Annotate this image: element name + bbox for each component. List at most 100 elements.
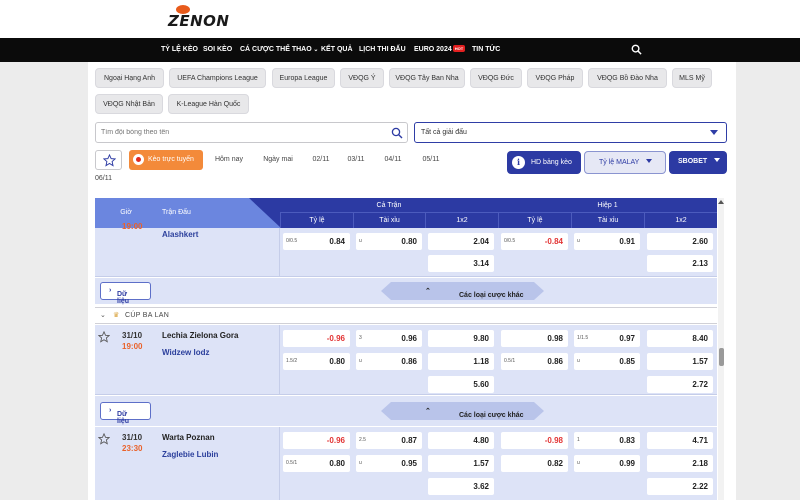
odds-cell[interactable]: 4.71 (647, 432, 713, 449)
odds-cell[interactable]: 2.04 (428, 233, 494, 250)
odds-cell[interactable]: 2.18 (647, 455, 713, 472)
away-team[interactable]: Zaglebie Lubin (162, 450, 218, 459)
odds-cell[interactable]: u 0.91 (574, 233, 640, 250)
odds-value: -0.84 (544, 237, 563, 246)
league-chip[interactable]: VĐQG Đức (470, 68, 522, 88)
odds-cell[interactable]: 0.5/1 0.80 (283, 455, 350, 472)
odds-cell[interactable]: 0/0.5 0.84 (283, 233, 350, 250)
league-chip[interactable]: MLS Mỹ (672, 68, 712, 88)
odds-value: 2.72 (692, 380, 708, 389)
league-chip[interactable]: VĐQG Ý (340, 68, 384, 88)
odds-cell[interactable]: -0.96 (283, 432, 350, 449)
group-first-half: Hiệp 1 (597, 202, 618, 209)
home-team[interactable]: Lechia Zielona Gora (162, 331, 238, 340)
more-bets-button[interactable]: Các loại cược khác ⌃ (381, 282, 544, 300)
odds-cell[interactable]: 2.22 (647, 478, 713, 495)
odds-type-label: Tỷ lệ MALAY (599, 159, 640, 166)
league-chip[interactable]: VĐQG Pháp (527, 68, 583, 88)
odds-cell[interactable]: 5.60 (428, 376, 494, 393)
league-chip[interactable]: Europa League (272, 68, 335, 88)
odds-cell[interactable]: 3 0.96 (356, 330, 422, 347)
odds-cell[interactable]: 2.60 (647, 233, 713, 250)
search-icon[interactable] (391, 127, 403, 139)
league-chip[interactable]: VĐQG Nhật Bản (95, 94, 163, 114)
search-icon[interactable] (631, 44, 642, 55)
date-tab[interactable]: 06/11 (95, 175, 112, 182)
odds-cell[interactable]: u 0.99 (574, 455, 640, 472)
odds-value: 0.82 (547, 459, 563, 468)
odds-cell[interactable]: 2.5 0.87 (356, 432, 422, 449)
favorites-button[interactable] (95, 150, 122, 170)
league-chip[interactable]: VĐQG Bồ Đào Nha (588, 68, 667, 88)
nav-ty-le-keo[interactable]: TỶ LỆ KÈO (161, 38, 198, 62)
odds-cell[interactable]: 1/1.5 0.97 (574, 330, 640, 347)
ou-line: u (359, 238, 362, 244)
league-select[interactable]: Tất cả giải đấu (414, 122, 727, 143)
league-header[interactable]: ⌄ ♛ CÚP BA LAN (95, 307, 717, 324)
data-button[interactable]: Dữ liệu › (100, 282, 151, 305)
more-bets-button[interactable]: Các loại cược khác ⌃ (381, 402, 544, 420)
odds-cell[interactable]: 0.82 (501, 455, 568, 472)
match-row: 31/10 23:30 Warta Poznan Zaglebie Lubin … (95, 427, 717, 500)
odds-cell[interactable]: 1.5/2 0.80 (283, 353, 350, 370)
odds-cell[interactable]: 0.5/1 0.86 (501, 353, 568, 370)
odds-cell[interactable]: 0/0.5 -0.84 (501, 233, 568, 250)
date-tab[interactable]: 04/11 (378, 150, 408, 170)
odds-cell[interactable]: 1.57 (647, 353, 713, 370)
odds-cell[interactable]: 9.80 (428, 330, 494, 347)
odds-cell[interactable]: u 0.95 (356, 455, 422, 472)
away-team[interactable]: Widzew lodz (162, 348, 209, 357)
odds-cell[interactable]: u 0.85 (574, 353, 640, 370)
date-tab[interactable]: 05/11 (416, 150, 446, 170)
league-chip[interactable]: Ngoại Hạng Anh (95, 68, 164, 88)
odds-value: 2.13 (692, 259, 708, 268)
team-search[interactable] (95, 122, 408, 143)
odds-cell[interactable]: 1.57 (428, 455, 494, 472)
nav-soi-keo[interactable]: SOI KÈO (203, 38, 232, 62)
odds-cell[interactable]: -0.96 (283, 330, 350, 347)
odds-cell[interactable]: -0.98 (501, 432, 568, 449)
odds-type-dropdown[interactable]: Tỷ lệ MALAY (584, 151, 666, 174)
nav-ca-cuoc[interactable]: CÁ CƯỢC THỂ THAO ⌄ (240, 38, 318, 62)
odds-cell[interactable]: 1 0.83 (574, 432, 640, 449)
home-team[interactable]: Warta Poznan (162, 433, 215, 442)
scrollbar-thumb[interactable] (719, 348, 724, 366)
odds-cell[interactable]: 8.40 (647, 330, 713, 347)
league-chip[interactable]: VĐQG Tây Ban Nha (389, 68, 465, 88)
odds-cell[interactable]: 2.72 (647, 376, 713, 393)
star-icon[interactable] (98, 433, 110, 445)
odds-cell[interactable]: 0.98 (501, 330, 568, 347)
odds-cell[interactable]: u 0.80 (356, 233, 422, 250)
odds-cell[interactable]: 3.14 (428, 255, 494, 272)
live-odds-button[interactable]: Kèo trực tuyến (129, 150, 203, 170)
odds-cell[interactable]: u 0.86 (356, 353, 422, 370)
more-bets-row: Dữ liệu › Các loại cược khác ⌃ (95, 278, 717, 305)
nav-tin-tuc[interactable]: TIN TỨC (472, 38, 500, 62)
nav-lich-thi-dau[interactable]: LỊCH THI ĐẤU (359, 38, 406, 62)
date-tab[interactable]: 02/11 (306, 150, 336, 170)
data-button[interactable]: Dữ liệu › (100, 402, 151, 425)
nav-ket-qua[interactable]: KẾT QUẢ (321, 38, 353, 62)
date-tab[interactable]: Hôm nay (208, 150, 250, 170)
ou-line: 2.5 (359, 437, 366, 443)
odds-cell[interactable]: 1.18 (428, 353, 494, 370)
bookmaker-dropdown[interactable]: SBOBET (669, 151, 727, 174)
date-tab[interactable]: 03/11 (341, 150, 371, 170)
odds-value: 0.95 (401, 459, 417, 468)
league-chip[interactable]: UEFA Champions League (169, 68, 266, 88)
search-input[interactable] (101, 123, 381, 142)
away-team[interactable]: Alashkert (162, 230, 198, 239)
odds-cell[interactable]: 3.62 (428, 478, 494, 495)
odds-value: 0.84 (329, 237, 345, 246)
odds-cell[interactable]: 4.80 (428, 432, 494, 449)
nav-euro-2024[interactable]: EURO 2024 HOT (414, 38, 466, 62)
league-chip[interactable]: K-League Hàn Quốc (168, 94, 249, 114)
star-icon[interactable] (98, 331, 110, 343)
zenon-logo[interactable]: ZENON (168, 5, 236, 33)
odds-cell[interactable]: 2.13 (647, 255, 713, 272)
date-tab[interactable]: Ngày mai (256, 150, 300, 170)
hd-guide-button[interactable]: i HD bảng kèo (507, 151, 581, 174)
scroll-up-arrow-icon[interactable] (718, 200, 724, 204)
odds-table-header: Giờ Trận Đấu Cả Trận Hiệp 1 Tỷ lệ Tài xỉ… (95, 198, 717, 228)
sub-over-under: Tài xỉu (571, 213, 644, 228)
